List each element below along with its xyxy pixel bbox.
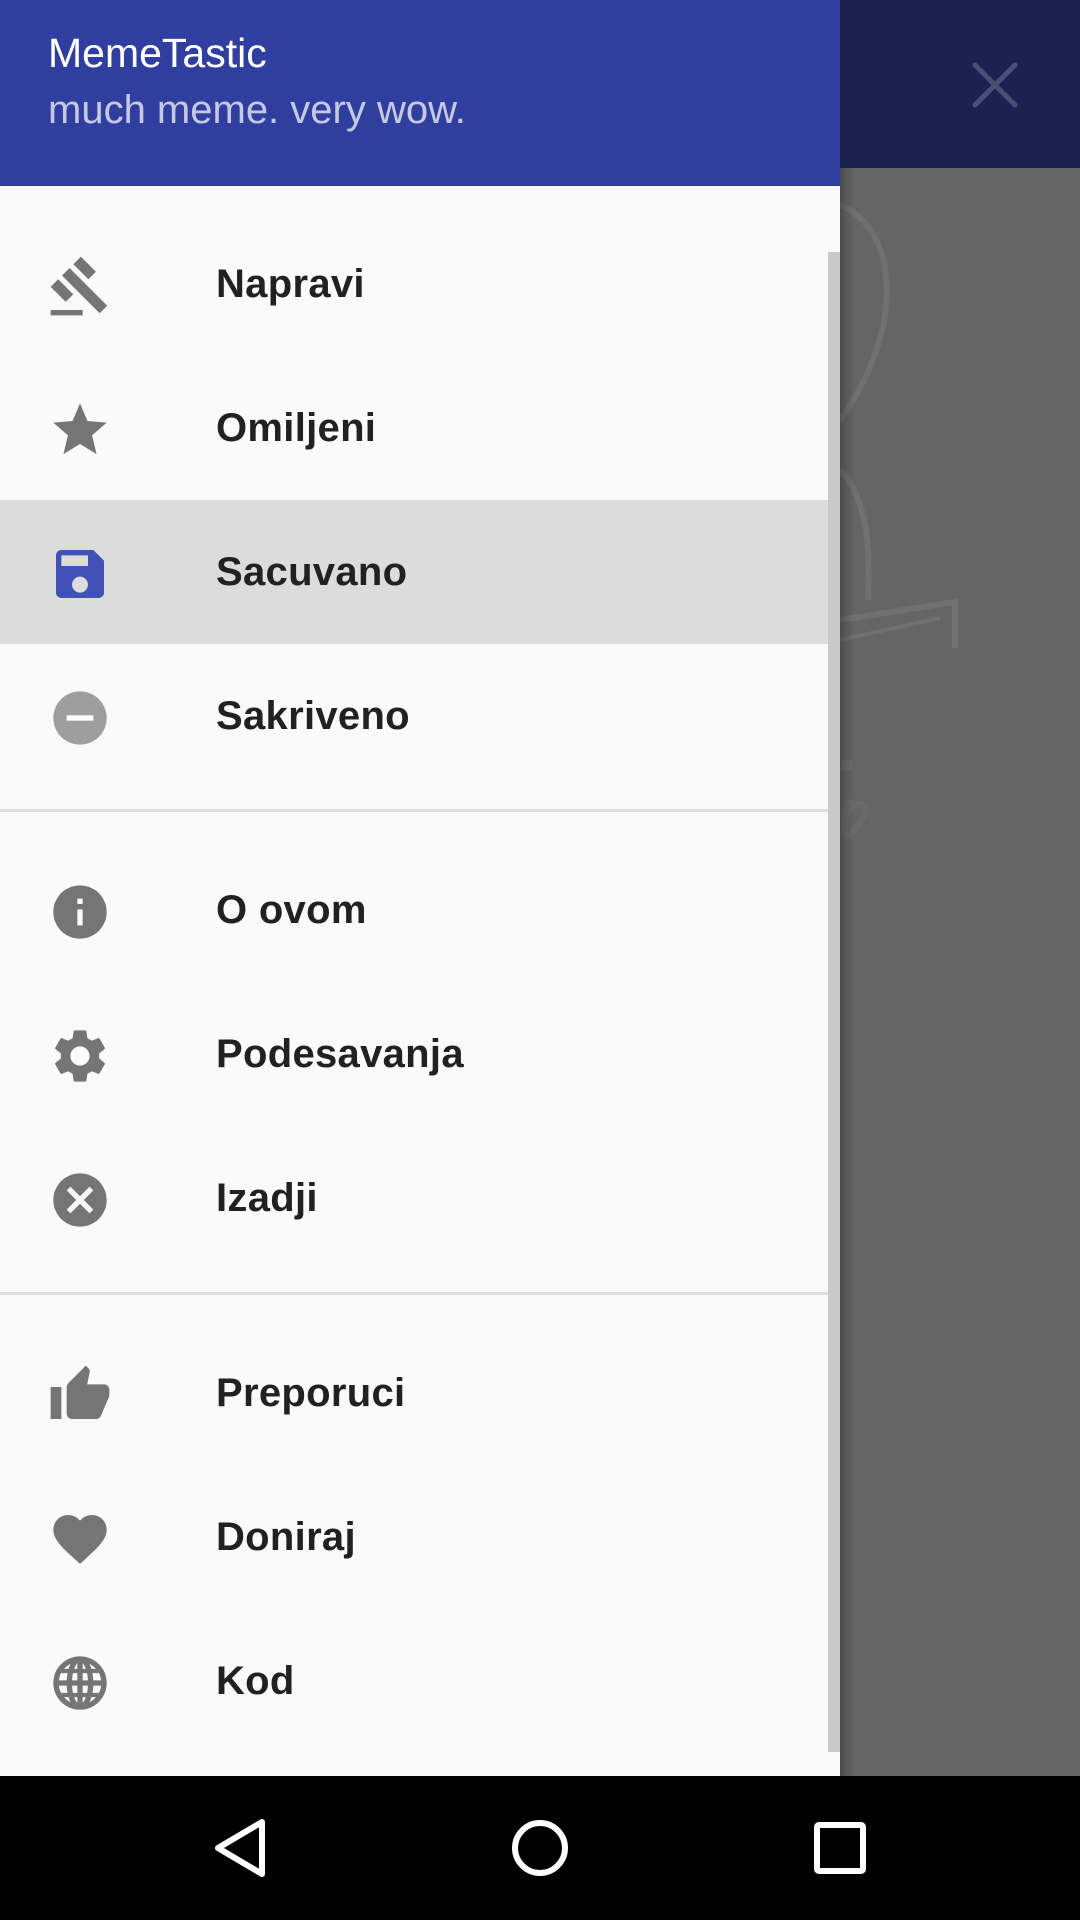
- menu-item-sacuvano[interactable]: Sacuvano: [0, 500, 840, 644]
- recents-icon[interactable]: [790, 1798, 890, 1898]
- drawer-header: MemeTastic much meme. very wow.: [0, 0, 840, 186]
- menu-label: Izadji: [216, 1176, 318, 1220]
- menu-label: Napravi: [216, 262, 365, 306]
- navigation-drawer: MemeTastic much meme. very wow. Napravi …: [0, 0, 840, 1776]
- divider: [0, 1292, 840, 1295]
- menu-label: Sacuvano: [216, 550, 408, 594]
- menu-item-omiljeni[interactable]: Omiljeni: [0, 356, 840, 500]
- menu-label: O ovom: [216, 888, 367, 932]
- menu-label: Kod: [216, 1659, 295, 1703]
- menu-label: Preporuci: [216, 1371, 406, 1415]
- heart-icon: [53, 1515, 107, 1564]
- drawer-shadow: [840, 168, 854, 1776]
- globe-icon: [53, 1656, 107, 1710]
- menu-item-izadji[interactable]: Izadji: [0, 1126, 840, 1270]
- menu-item-preporuci[interactable]: Preporuci: [0, 1321, 840, 1465]
- app-subtitle: much meme. very wow.: [48, 88, 466, 132]
- menu-item-napravi[interactable]: Napravi: [0, 212, 840, 356]
- drawer-scrollbar[interactable]: [828, 252, 840, 1752]
- menu-item-podesavanja[interactable]: Podesavanja: [0, 982, 840, 1126]
- app-title: MemeTastic: [48, 30, 267, 76]
- remove-circle-icon: [53, 691, 107, 745]
- info-icon: [53, 885, 107, 939]
- star-icon: [53, 403, 107, 454]
- menu-label: Podesavanja: [216, 1032, 464, 1076]
- save-icon: [56, 550, 104, 598]
- system-navigation-bar: [0, 1776, 1080, 1920]
- menu-label: Sakriveno: [216, 694, 410, 738]
- thumb-up-icon: [50, 1365, 110, 1419]
- close-icon[interactable]: [965, 55, 1025, 115]
- cancel-icon: [53, 1173, 107, 1227]
- menu-label: Doniraj: [216, 1515, 356, 1559]
- menu-item-o-ovom[interactable]: O ovom: [0, 838, 840, 982]
- divider: [0, 809, 840, 812]
- menu-item-kod[interactable]: Kod: [0, 1609, 840, 1753]
- menu-item-doniraj[interactable]: Doniraj: [0, 1465, 840, 1609]
- settings-gear-icon: [55, 1030, 105, 1082]
- menu-item-sakriveno[interactable]: Sakriveno: [0, 644, 840, 788]
- gavel-icon: [50, 256, 108, 316]
- home-icon[interactable]: [490, 1798, 590, 1898]
- back-icon[interactable]: [190, 1798, 290, 1898]
- menu-label: Omiljeni: [216, 406, 377, 450]
